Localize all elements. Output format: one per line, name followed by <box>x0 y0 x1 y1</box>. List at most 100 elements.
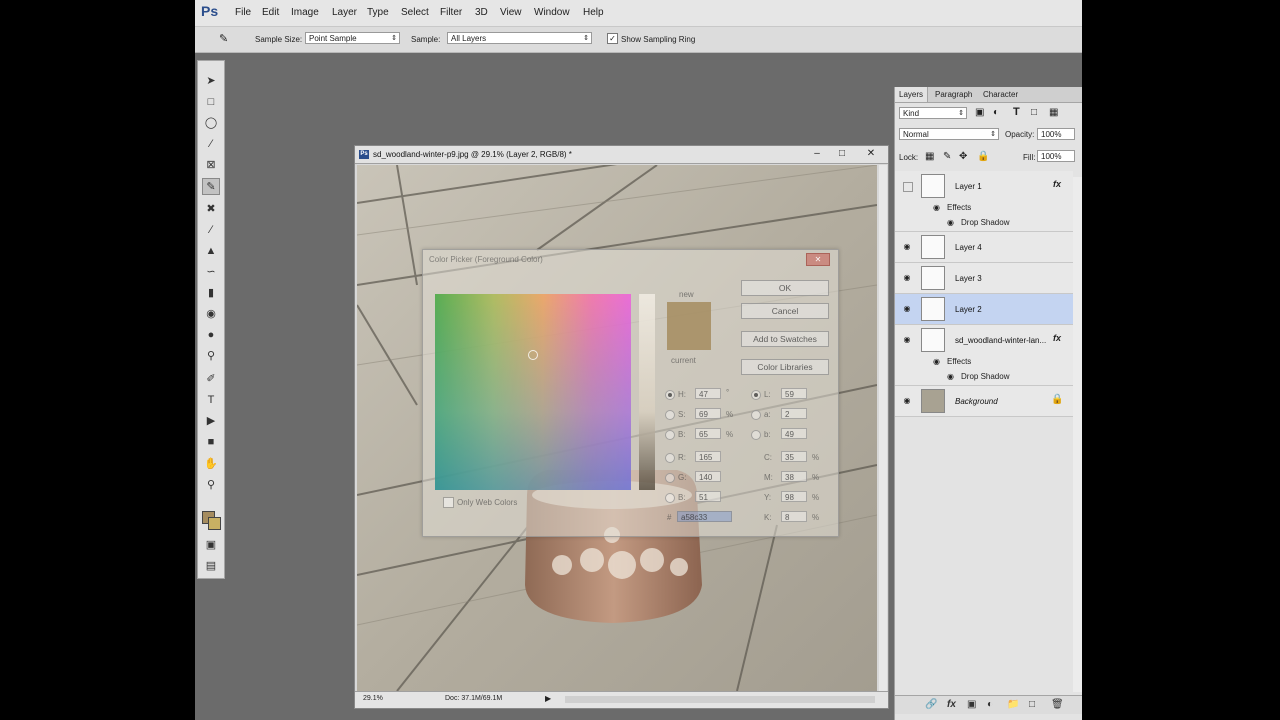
y-input[interactable]: 98 <box>781 491 807 502</box>
radio-l[interactable] <box>751 390 761 400</box>
m-input[interactable]: 38 <box>781 471 807 482</box>
image-canvas[interactable]: Color Picker (Foreground Color) ✕ new cu… <box>357 165 877 691</box>
opacity-input[interactable]: 100% <box>1037 128 1075 140</box>
ok-button[interactable]: OK <box>741 280 829 296</box>
dodge-tool-icon[interactable]: ⚲ <box>202 348 220 365</box>
quick-select-icon[interactable]: ⁄ <box>202 136 220 153</box>
paint-bucket-icon[interactable]: ◉ <box>202 306 220 323</box>
lock-all-icon[interactable]: 🔒 <box>977 151 989 162</box>
visibility-off-icon[interactable] <box>903 182 913 192</box>
history-brush-icon[interactable]: ∽ <box>202 264 220 281</box>
filter-shape-icon[interactable]: □ <box>1031 107 1037 118</box>
healing-tool-icon[interactable]: ✖ <box>202 201 220 218</box>
sample-size-select[interactable]: Point Sample ⇕ <box>305 32 400 44</box>
fill-input[interactable]: 100% <box>1037 150 1075 162</box>
show-ring-checkbox[interactable]: ✓ <box>607 33 618 44</box>
lock-transparency-icon[interactable]: ▦ <box>925 151 934 162</box>
b-input[interactable]: 65 <box>695 428 721 439</box>
tab-layers[interactable]: Layers <box>895 87 929 102</box>
eye-icon[interactable]: ◉ <box>947 372 954 381</box>
eye-icon[interactable]: ◉ <box>901 396 913 406</box>
blend-mode-select[interactable]: Normal ⇕ <box>899 128 999 140</box>
move-tool-icon[interactable]: ➤ <box>202 73 220 90</box>
background-color-swatch[interactable] <box>208 517 221 530</box>
status-arrow-icon[interactable]: ▶ <box>545 694 551 703</box>
menu-file[interactable]: File <box>235 7 251 18</box>
layer-row[interactable]: ◉ Layer 4 <box>895 232 1073 263</box>
filter-image-icon[interactable]: ▣ <box>975 107 984 118</box>
color-cursor-icon[interactable] <box>528 350 538 360</box>
radio-lab-b[interactable] <box>751 430 761 440</box>
dialog-close-icon[interactable]: ✕ <box>806 253 830 266</box>
radio-h[interactable] <box>665 390 675 400</box>
menu-select[interactable]: Select <box>401 7 429 18</box>
add-mask-icon[interactable]: ▣ <box>967 699 976 710</box>
layer-row[interactable]: ◉ Layer 3 <box>895 263 1073 294</box>
eye-icon[interactable]: ◉ <box>901 273 913 283</box>
radio-g[interactable] <box>665 473 675 483</box>
cancel-button[interactable]: Cancel <box>741 303 829 319</box>
stamp-tool-icon[interactable]: ▲ <box>202 243 220 260</box>
c-input[interactable]: 35 <box>781 451 807 462</box>
menu-image[interactable]: Image <box>291 7 319 18</box>
add-to-swatches-button[interactable]: Add to Swatches <box>741 331 829 347</box>
zoom-level[interactable]: 29.1% <box>363 695 383 702</box>
horizontal-scrollbar[interactable] <box>565 696 875 703</box>
filter-adjust-icon[interactable]: ◐ <box>993 107 999 118</box>
marquee-tool-icon[interactable]: □ <box>202 94 220 111</box>
screen-mode-icon[interactable]: ▤ <box>202 558 220 575</box>
only-web-colors-checkbox[interactable] <box>443 497 454 508</box>
fx-icon[interactable]: fx <box>1053 333 1061 343</box>
eye-icon[interactable]: ◉ <box>901 242 913 252</box>
lasso-tool-icon[interactable]: ◯ <box>202 115 220 132</box>
minimize-icon[interactable]: – <box>810 148 824 160</box>
path-select-icon[interactable]: ▶ <box>202 413 220 430</box>
new-group-icon[interactable]: 📁 <box>1007 699 1019 710</box>
menu-window[interactable]: Window <box>534 7 570 18</box>
maximize-icon[interactable]: □ <box>835 148 849 160</box>
menu-filter[interactable]: Filter <box>440 7 462 18</box>
hex-input[interactable]: a58c33 <box>677 511 732 522</box>
type-tool-icon[interactable]: T <box>202 392 220 409</box>
menu-3d[interactable]: 3D <box>475 7 488 18</box>
eyedropper-icon[interactable]: ✎ <box>219 32 228 45</box>
tab-character[interactable]: Character <box>983 90 1018 99</box>
h-input[interactable]: 47 <box>695 388 721 399</box>
color-libraries-button[interactable]: Color Libraries <box>741 359 829 375</box>
radio-s[interactable] <box>665 410 675 420</box>
filter-smart-icon[interactable]: ▦ <box>1049 107 1058 118</box>
layer-row[interactable]: ◉ Background 🔒 <box>895 386 1073 417</box>
eraser-tool-icon[interactable]: ▮ <box>202 285 220 302</box>
sample-select[interactable]: All Layers ⇕ <box>447 32 592 44</box>
close-icon[interactable]: ✕ <box>864 148 878 160</box>
tab-paragraph[interactable]: Paragraph <box>935 90 972 99</box>
brush-tool-icon[interactable]: ∕ <box>202 222 220 239</box>
menu-type[interactable]: Type <box>367 7 389 18</box>
fx-icon[interactable]: fx <box>1053 179 1061 189</box>
delete-layer-icon[interactable]: 🗑 <box>1051 699 1064 710</box>
eye-icon[interactable]: ◉ <box>901 304 913 314</box>
l-input[interactable]: 59 <box>781 388 807 399</box>
radio-blue[interactable] <box>665 493 675 503</box>
pen-tool-icon[interactable]: ✐ <box>202 371 220 388</box>
k-input[interactable]: 8 <box>781 511 807 522</box>
layer-row-selected[interactable]: ◉ Layer 2 <box>895 294 1073 325</box>
zoom-tool-icon[interactable]: ⚲ <box>202 477 220 494</box>
add-style-icon[interactable]: fx <box>947 699 956 710</box>
hue-slider[interactable] <box>639 294 655 490</box>
adjustment-layer-icon[interactable]: ◐ <box>987 699 993 710</box>
layers-scrollbar[interactable] <box>1073 177 1082 692</box>
eye-icon[interactable]: ◉ <box>901 335 913 345</box>
filter-type-icon[interactable]: T <box>1013 106 1020 118</box>
shape-tool-icon[interactable]: ■ <box>202 434 220 451</box>
blur-tool-icon[interactable]: ● <box>202 327 220 344</box>
blue-input[interactable]: 51 <box>695 491 721 502</box>
radio-r[interactable] <box>665 453 675 463</box>
new-layer-icon[interactable]: □ <box>1029 699 1035 710</box>
layer-row[interactable]: Layer 1 fx <box>895 171 1073 202</box>
kind-filter-select[interactable]: Kind ⇕ <box>899 107 967 119</box>
eye-icon[interactable]: ◉ <box>933 203 940 212</box>
document-vertical-scrollbar[interactable] <box>879 165 887 691</box>
s-input[interactable]: 69 <box>695 408 721 419</box>
menu-view[interactable]: View <box>500 7 522 18</box>
